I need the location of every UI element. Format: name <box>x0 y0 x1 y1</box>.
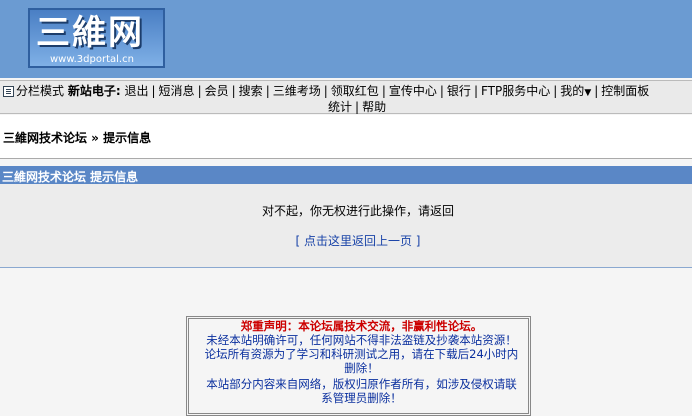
logo-text: 三維网 <box>36 13 144 53</box>
list-icon <box>3 86 14 97</box>
nav-item-stats[interactable]: 统计 <box>328 100 352 114</box>
nav-item-promo[interactable]: 宣传中心 <box>389 84 437 98</box>
nav-item-help[interactable]: 帮助 <box>362 100 386 114</box>
panel-title-bar: 三維网技术论坛 提示信息 <box>0 166 692 184</box>
breadcrumb-text[interactable]: 三維网技术论坛 » 提示信息 <box>3 129 151 146</box>
nav-item-exam[interactable]: 三维考场 <box>273 84 321 98</box>
user-label: 新站电子: <box>67 84 121 98</box>
permission-message: 对不起，你无权进行此操作，请返回 <box>261 204 454 218</box>
logo-url: www.3dportal.cn <box>50 54 134 65</box>
breadcrumb: 三維网技术论坛 » 提示信息 <box>0 115 692 159</box>
nav-item-logout[interactable]: 退出 <box>124 84 148 98</box>
nav-item-mine[interactable]: 我的 <box>560 84 584 98</box>
disclaimer-line: 系管理员删除！ <box>321 391 402 405</box>
nav-item-ftp[interactable]: FTP服务中心 <box>481 84 550 98</box>
disclaimer-line: 本站部分内容来自网络，版权归原作者所有，如涉及侵权请联 <box>206 377 517 391</box>
back-link[interactable]: [ 点击这里返回上一页 ] <box>0 232 692 249</box>
panel-title: 三維网技术论坛 提示信息 <box>2 170 139 184</box>
nav-mode-link[interactable]: 分栏模式 <box>16 84 64 98</box>
nav-item-members[interactable]: 会员 <box>205 84 229 98</box>
message-panel: 对不起，你无权进行此操作，请返回 [ 点击这里返回上一页 ] <box>0 184 692 268</box>
nav-item-messages[interactable]: 短消息 <box>159 84 195 98</box>
disclaimer-line: 删除！ <box>344 361 379 375</box>
nav-item-redpacket[interactable]: 领取红包 <box>331 84 379 98</box>
disclaimer-line: 论坛所有资源为了学习和科研测试之用，请在下载后24小时内 <box>204 347 519 361</box>
nav-item-control-panel[interactable]: 控制面板 <box>601 84 649 98</box>
site-header: 三維网 www.3dportal.cn <box>0 0 692 78</box>
nav-item-bank[interactable]: 银行 <box>447 84 471 98</box>
disclaimer-line: 未经本站明确许可，任何网站不得非法盗链及抄袭本站资源！ <box>206 333 517 347</box>
disclaimer-box: 郑重声明：本论坛属技术交流，非赢利性论坛。 未经本站明确许可，任何网站不得非法盗… <box>186 316 531 416</box>
site-logo[interactable]: 三維网 www.3dportal.cn <box>28 8 165 68</box>
top-nav: 分栏模式 新站电子: 退出 | 短消息 | 会员 | 搜索 | 三维考场 | 领取红包 | 宣传中心 | 银… <box>0 80 692 114</box>
nav-item-search[interactable]: 搜索 <box>239 84 263 98</box>
disclaimer-heading: 郑重声明：本论坛属技术交流，非赢利性论坛。 <box>240 319 483 333</box>
